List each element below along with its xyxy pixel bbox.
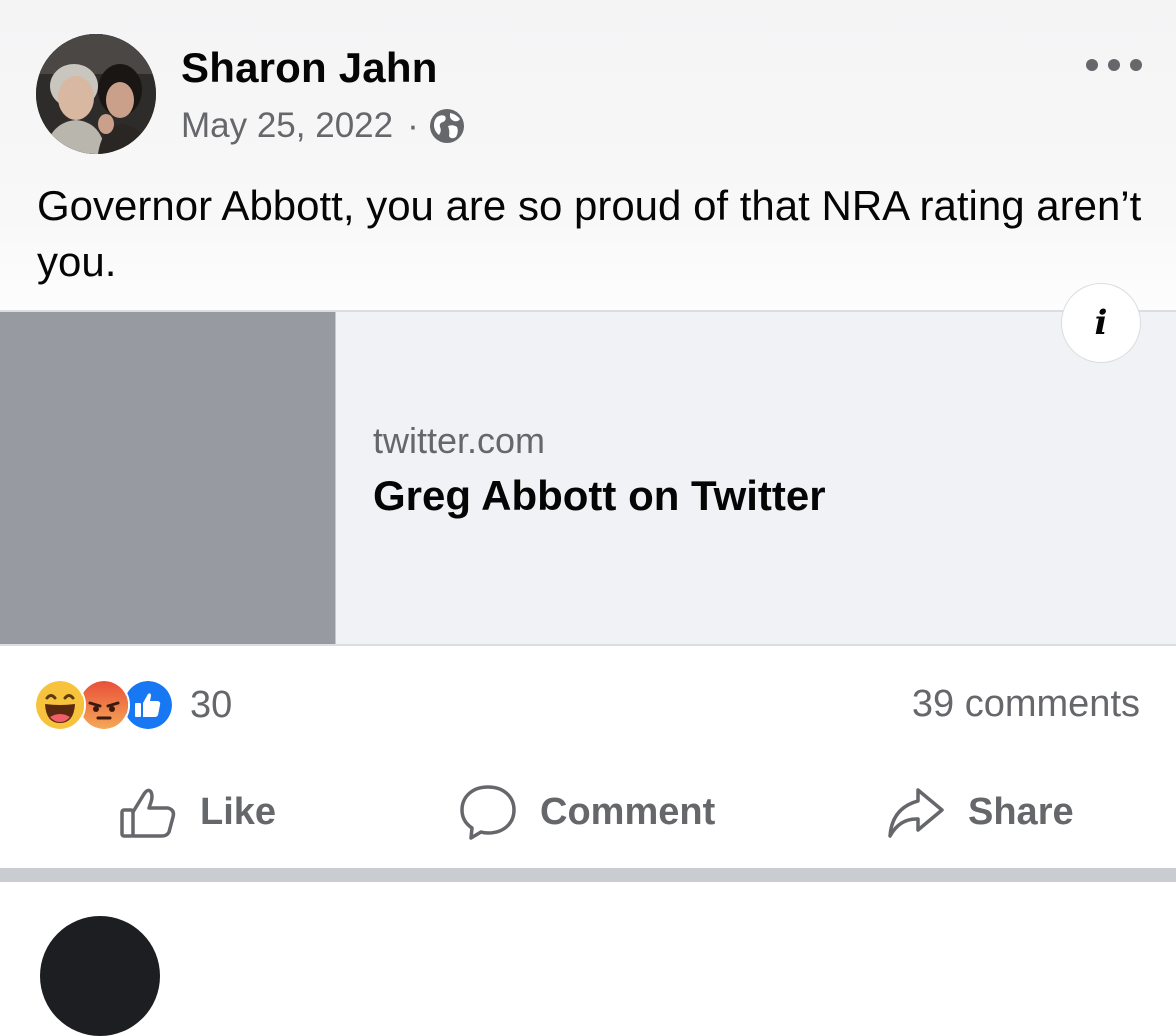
post-date[interactable]: May 25, 2022 xyxy=(181,106,393,146)
next-post-avatar[interactable] xyxy=(40,916,160,1036)
more-options-icon[interactable] xyxy=(1086,52,1142,78)
author-avatar[interactable] xyxy=(36,34,156,154)
reactions-summary[interactable]: 30 xyxy=(34,679,232,731)
share-label: Share xyxy=(968,790,1074,833)
post-meta: May 25, 2022 · xyxy=(181,104,465,148)
meta-separator: · xyxy=(407,106,419,145)
comment-button[interactable]: Comment xyxy=(458,770,715,854)
thumbs-up-icon xyxy=(120,788,176,838)
share-arrow-icon xyxy=(888,788,944,838)
comments-count[interactable]: 39 comments xyxy=(912,683,1140,726)
comment-bubble-icon xyxy=(460,785,516,840)
feed-separator xyxy=(0,868,1176,882)
like-button[interactable]: Like xyxy=(118,770,276,854)
info-button[interactable]: i xyxy=(1061,283,1141,363)
post-text: Governor Abbott, you are so proud of tha… xyxy=(37,182,1142,285)
info-icon: i xyxy=(1094,303,1108,343)
like-label: Like xyxy=(200,790,277,833)
share-button[interactable]: Share xyxy=(886,770,1074,854)
author-name[interactable]: Sharon Jahn xyxy=(181,44,438,92)
post-actions-bar: Like Comment Share xyxy=(0,770,1176,854)
comment-label: Comment xyxy=(540,790,716,833)
link-preview-card[interactable]: twitter.com Greg Abbott on Twitter xyxy=(0,310,1176,646)
globe-icon xyxy=(429,108,465,144)
link-thumbnail[interactable] xyxy=(0,312,336,644)
link-title[interactable]: Greg Abbott on Twitter xyxy=(373,472,826,520)
reaction-count[interactable]: 30 xyxy=(190,684,232,727)
feed-post: Sharon Jahn May 25, 2022 · Governor Abbo… xyxy=(0,0,1176,868)
link-domain: twitter.com xyxy=(373,420,546,461)
haha-icon xyxy=(34,679,86,731)
